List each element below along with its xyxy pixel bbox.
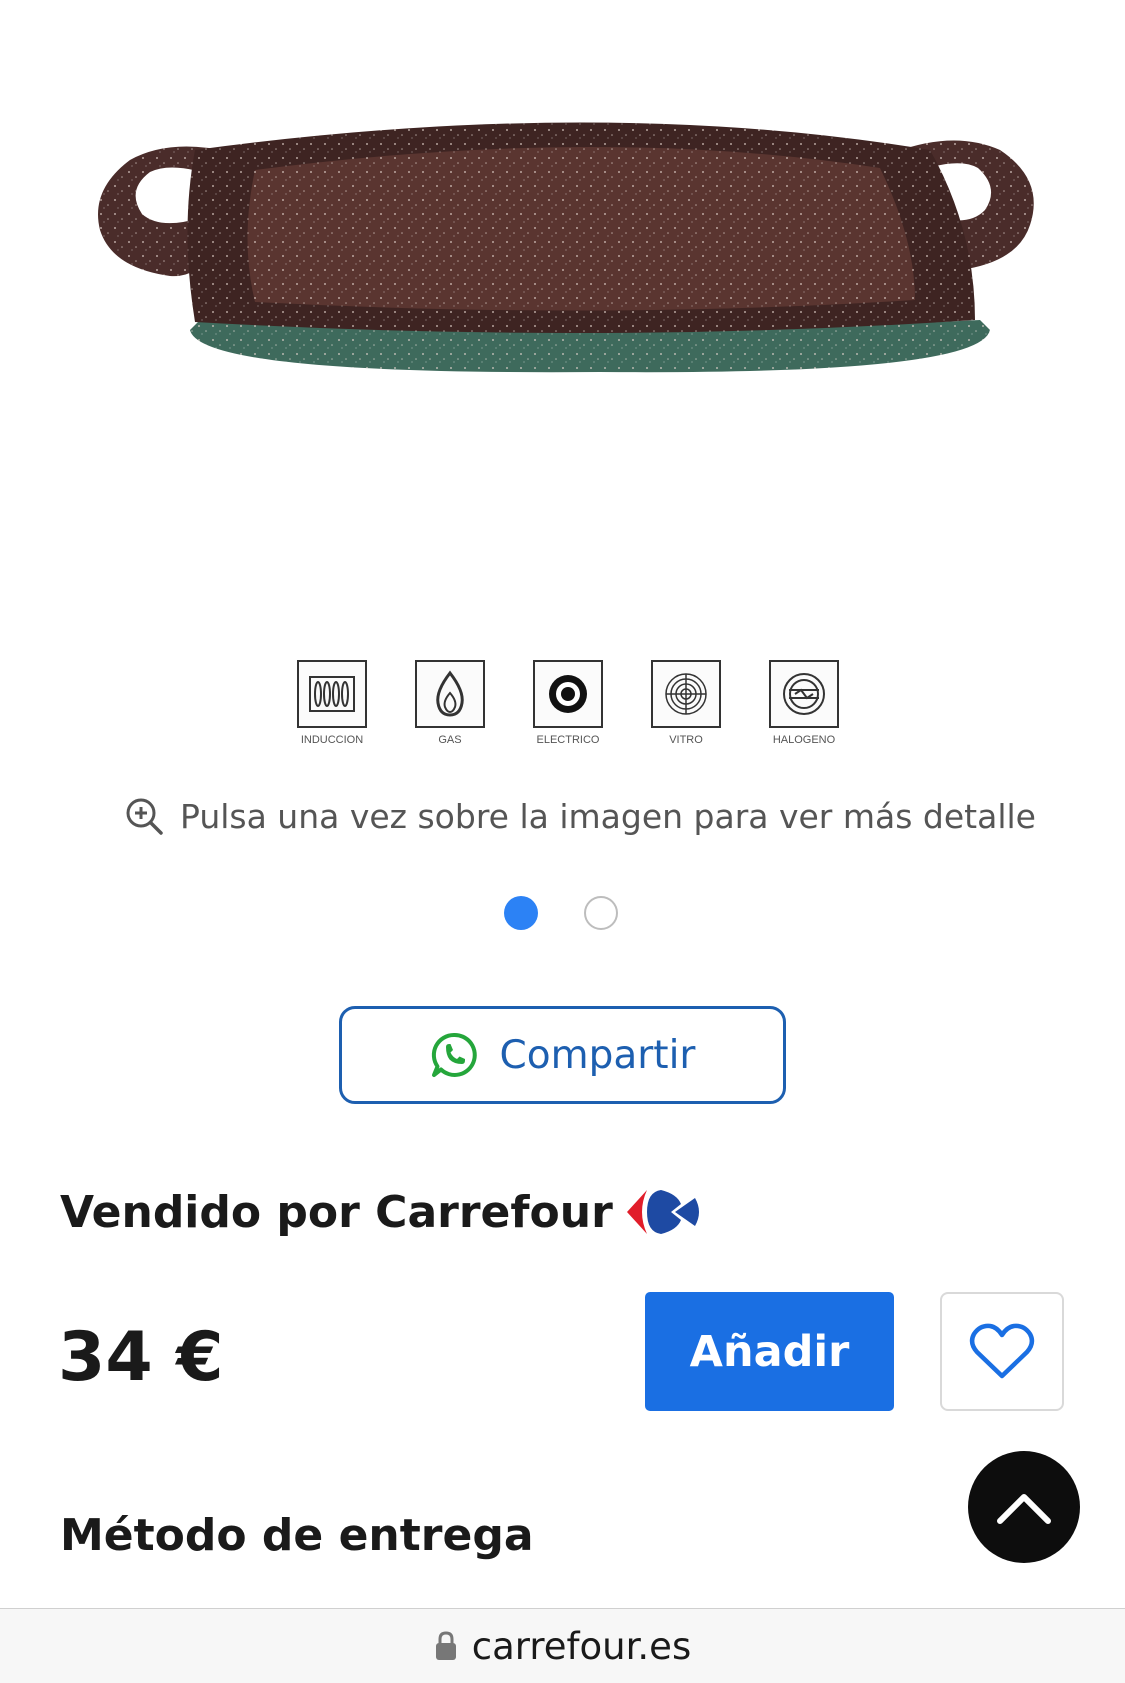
heart-icon bbox=[969, 1323, 1035, 1378]
lock-icon bbox=[435, 1631, 456, 1660]
product-price: 34 € bbox=[58, 1318, 224, 1397]
carrefour-logo bbox=[626, 1190, 699, 1234]
carousel-pagination bbox=[504, 896, 618, 930]
share-label: Compartir bbox=[499, 1032, 696, 1078]
delivery-method-title: Método de entrega bbox=[60, 1510, 534, 1561]
zoom-hint-text: Pulsa una vez sobre la imagen para ver m… bbox=[180, 796, 1036, 836]
seller-label: Vendido por Carrefour bbox=[60, 1186, 613, 1238]
vitro-icon: VITRO bbox=[650, 660, 722, 746]
whatsapp-icon bbox=[431, 1032, 477, 1077]
seller-info: Vendido por Carrefour bbox=[60, 1186, 701, 1238]
zoom-hint: Pulsa una vez sobre la imagen para ver m… bbox=[124, 796, 1036, 836]
scroll-to-top-button[interactable] bbox=[968, 1451, 1080, 1563]
electric-hob-icon: ELECTRICO bbox=[532, 660, 604, 746]
carousel-dot-1[interactable] bbox=[504, 896, 538, 930]
add-to-cart-button[interactable]: Añadir bbox=[645, 1292, 894, 1411]
zoom-in-icon bbox=[126, 798, 163, 835]
halogen-icon: HALOGENO bbox=[768, 660, 840, 746]
griddle-pan-image bbox=[98, 122, 1034, 373]
carousel-dot-2[interactable] bbox=[584, 896, 618, 930]
induction-icon: INDUCCION bbox=[296, 660, 368, 746]
gas-icon: GAS bbox=[414, 660, 486, 746]
share-whatsapp-button[interactable]: Compartir bbox=[339, 1006, 786, 1104]
browser-address-bar[interactable]: carrefour.es bbox=[0, 1608, 1125, 1683]
cooking-compatibility-icons: INDUCCION GAS ELECTRICO VITRO HALOGENO bbox=[296, 660, 840, 746]
product-image[interactable]: INDUCCION GAS ELECTRICO VITRO HALOGENO bbox=[0, 0, 1125, 780]
url-text: carrefour.es bbox=[471, 1624, 692, 1668]
chevron-up-icon bbox=[997, 1494, 1051, 1524]
favorite-button[interactable] bbox=[940, 1292, 1064, 1411]
